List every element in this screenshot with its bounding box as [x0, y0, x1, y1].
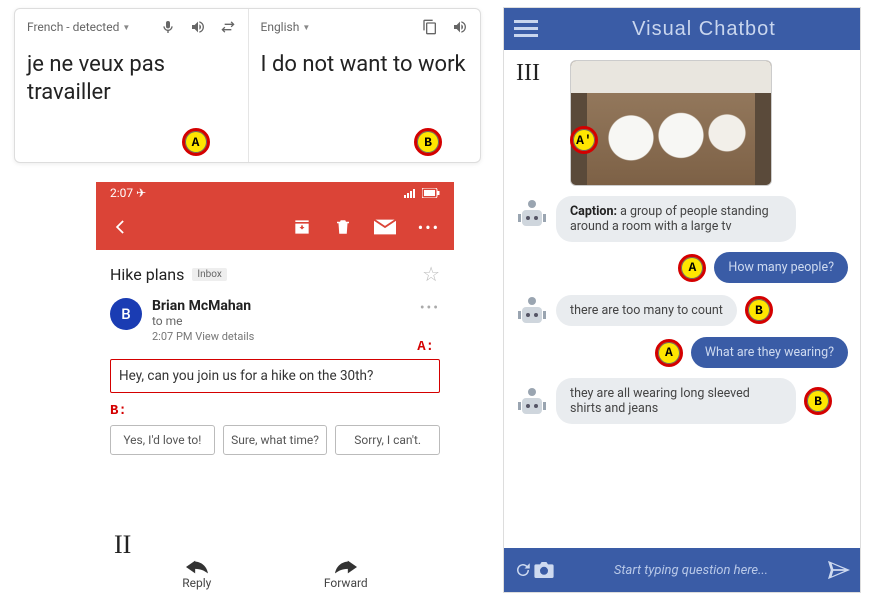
status-icons: [404, 188, 440, 198]
user-q1-row: A How many people?: [516, 252, 848, 283]
back-icon[interactable]: [110, 217, 130, 237]
robot-icon: [516, 293, 548, 327]
annotation-badge-b: B: [804, 387, 832, 415]
annotation-badge-a: A: [655, 339, 683, 367]
bot-a1-bubble: there are too many to count: [556, 295, 737, 326]
smart-reply-2[interactable]: Sure, what time?: [223, 425, 328, 455]
reply-icon: [186, 560, 208, 574]
annotation-badge-a-prime: A': [570, 126, 598, 154]
translate-source-header: French - detected ▼: [27, 15, 236, 39]
sender-to[interactable]: to me: [152, 314, 410, 328]
mail-icon[interactable]: [374, 219, 396, 235]
smart-reply-3[interactable]: Sorry, I can't.: [335, 425, 440, 455]
caption-label: Caption:: [570, 204, 617, 219]
camera-icon: [534, 562, 554, 578]
user-q2-bubble: What are they wearing?: [691, 337, 848, 368]
sender-time[interactable]: 2:07 PM View details: [152, 330, 410, 343]
target-text: I do not want to work: [261, 51, 469, 79]
smart-reply-row: Yes, I'd love to! Sure, what time? Sorry…: [110, 425, 440, 455]
annotation-badge-a: A: [678, 254, 706, 282]
chatbot-panel: Visual Chatbot III A' Caption: a group o…: [504, 8, 860, 592]
swap-icon[interactable]: [220, 19, 236, 35]
email-footer: Reply Forward: [96, 560, 454, 590]
refresh-icon: [514, 561, 532, 579]
user-q1-bubble: How many people?: [714, 252, 848, 283]
translate-target-header: English ▼: [261, 15, 469, 39]
annotation-badge-b: B: [414, 128, 442, 156]
refresh-camera-button[interactable]: [514, 561, 554, 579]
menu-icon[interactable]: [514, 20, 538, 38]
forward-icon: [335, 560, 357, 574]
chatbot-title: Visual Chatbot: [558, 18, 850, 41]
email-subject: Hike plans: [110, 265, 184, 284]
forward-button[interactable]: Forward: [324, 560, 368, 590]
subject-row: Hike plans Inbox ☆: [110, 262, 440, 286]
image-placeholder: [571, 61, 771, 185]
signal-icon: [404, 188, 418, 198]
status-bar: 2:07 ✈: [96, 182, 454, 204]
message-more-icon[interactable]: •••: [420, 300, 440, 316]
speaker-icon[interactable]: [190, 19, 206, 35]
panel-roman-iii: III: [516, 60, 540, 87]
speaker-icon[interactable]: [452, 19, 468, 35]
chevron-down-icon: ▼: [122, 23, 130, 32]
source-language-picker[interactable]: French - detected ▼: [27, 20, 130, 34]
email-toolbar: •••: [96, 204, 454, 250]
chatbot-header: Visual Chatbot: [504, 8, 860, 50]
sender-row: B Brian McMahan to me 2:07 PM View detai…: [110, 298, 440, 343]
translate-source-column: French - detected ▼ je ne veux pas trava…: [15, 9, 248, 162]
inbox-tag[interactable]: Inbox: [192, 268, 226, 281]
translate-target-column: English ▼ I do not want to work B: [248, 9, 481, 162]
forward-label: Forward: [324, 576, 368, 590]
reply-label: Reply: [182, 576, 211, 590]
annotation-badge-a: A: [182, 128, 210, 156]
send-icon[interactable]: [828, 560, 850, 580]
sender-info: Brian McMahan to me 2:07 PM View details: [152, 298, 410, 343]
uploaded-image[interactable]: [570, 60, 772, 186]
target-icon-row: [422, 19, 468, 35]
chat-body: III A' Caption: a group of people standi…: [504, 50, 860, 548]
robot-icon: [516, 384, 548, 418]
target-language-picker[interactable]: English ▼: [261, 20, 311, 34]
more-icon[interactable]: •••: [418, 218, 440, 237]
chat-input[interactable]: Start typing question here...: [564, 563, 818, 578]
annotation-label-b: B:: [110, 403, 440, 419]
email-body: Hike plans Inbox ☆ B Brian McMahan to me…: [96, 250, 454, 459]
chevron-down-icon: ▼: [302, 23, 310, 32]
caption-bubble: Caption: a group of people standing arou…: [556, 196, 796, 242]
bot-a1-row: there are too many to count B: [516, 293, 848, 327]
panel-roman-ii: II: [114, 530, 131, 560]
source-language-label: French - detected: [27, 20, 119, 34]
status-time: 2:07 ✈: [110, 186, 146, 200]
trash-icon[interactable]: [334, 217, 352, 237]
copy-icon[interactable]: [422, 19, 438, 35]
smart-reply-1[interactable]: Yes, I'd love to!: [110, 425, 215, 455]
target-language-label: English: [261, 20, 300, 34]
sender-name: Brian McMahan: [152, 298, 410, 314]
translate-panel: French - detected ▼ je ne veux pas trava…: [14, 8, 481, 163]
source-icon-row: [160, 19, 236, 35]
reply-button[interactable]: Reply: [182, 560, 211, 590]
archive-icon[interactable]: [292, 217, 312, 237]
avatar[interactable]: B: [110, 298, 142, 330]
email-panel: 2:07 ✈ ••• Hike plans Inbox ☆ B Bria: [96, 182, 454, 598]
email-message: Hey, can you join us for a hike on the 3…: [110, 359, 440, 393]
bot-caption-row: Caption: a group of people standing arou…: [516, 196, 848, 242]
source-text[interactable]: je ne veux pas travailler: [27, 51, 236, 106]
robot-icon: [516, 196, 548, 230]
chat-input-bar: Start typing question here...: [504, 548, 860, 592]
bot-a2-row: they are all wearing long sleeved shirts…: [516, 378, 848, 424]
battery-icon: [422, 188, 440, 198]
bot-a2-bubble: they are all wearing long sleeved shirts…: [556, 378, 796, 424]
star-icon[interactable]: ☆: [422, 262, 440, 286]
user-q2-row: A What are they wearing?: [516, 337, 848, 368]
annotation-badge-b: B: [745, 296, 773, 324]
mic-icon[interactable]: [160, 19, 176, 35]
